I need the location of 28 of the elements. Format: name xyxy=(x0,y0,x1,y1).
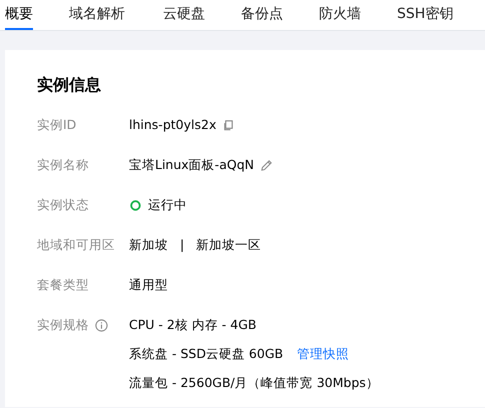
field-label: 实例ID xyxy=(37,116,76,134)
copy-icon[interactable] xyxy=(222,118,236,132)
field-label: 实例规格 xyxy=(37,316,89,334)
field-value: 流量包 - 2560GB/月（峰值带宽 30Mbps） xyxy=(129,374,379,392)
field-value: 通用型 xyxy=(129,276,168,294)
field-value: 运行中 xyxy=(148,196,187,214)
field-value: 新加坡 xyxy=(129,236,168,254)
field-label: 地域和可用区 xyxy=(37,236,115,254)
field-value: lhins-pt0yls2x xyxy=(129,116,216,134)
separator: | xyxy=(180,236,184,254)
field-label: 套餐类型 xyxy=(37,276,89,294)
manage-snapshot-link[interactable]: 管理快照 xyxy=(297,345,350,363)
field-value: 系统盘 - SSD云硬盘 60GB xyxy=(129,345,284,363)
field-label: 实例名称 xyxy=(37,156,89,174)
edit-icon[interactable] xyxy=(260,158,273,172)
field-value: CPU - 2核 内存 - 4GB xyxy=(129,316,256,334)
info-icon[interactable] xyxy=(95,318,108,332)
tab[interactable]: 域名解析 xyxy=(69,0,125,30)
tab[interactable]: 云硬盘 xyxy=(163,0,205,30)
tab[interactable]: SSH密钥 xyxy=(397,0,454,30)
field-value: 新加坡一区 xyxy=(196,236,262,254)
tab[interactable]: 备份点 xyxy=(241,0,283,30)
status-dot-icon xyxy=(129,198,142,212)
tab[interactable]: 概要 xyxy=(5,0,33,30)
field-value: 宝塔Linux面板-aQqN xyxy=(129,156,254,174)
tab[interactable]: 防火墙 xyxy=(319,0,361,30)
card-title: 实例信息 xyxy=(37,74,102,96)
field-label: 实例状态 xyxy=(37,196,89,214)
